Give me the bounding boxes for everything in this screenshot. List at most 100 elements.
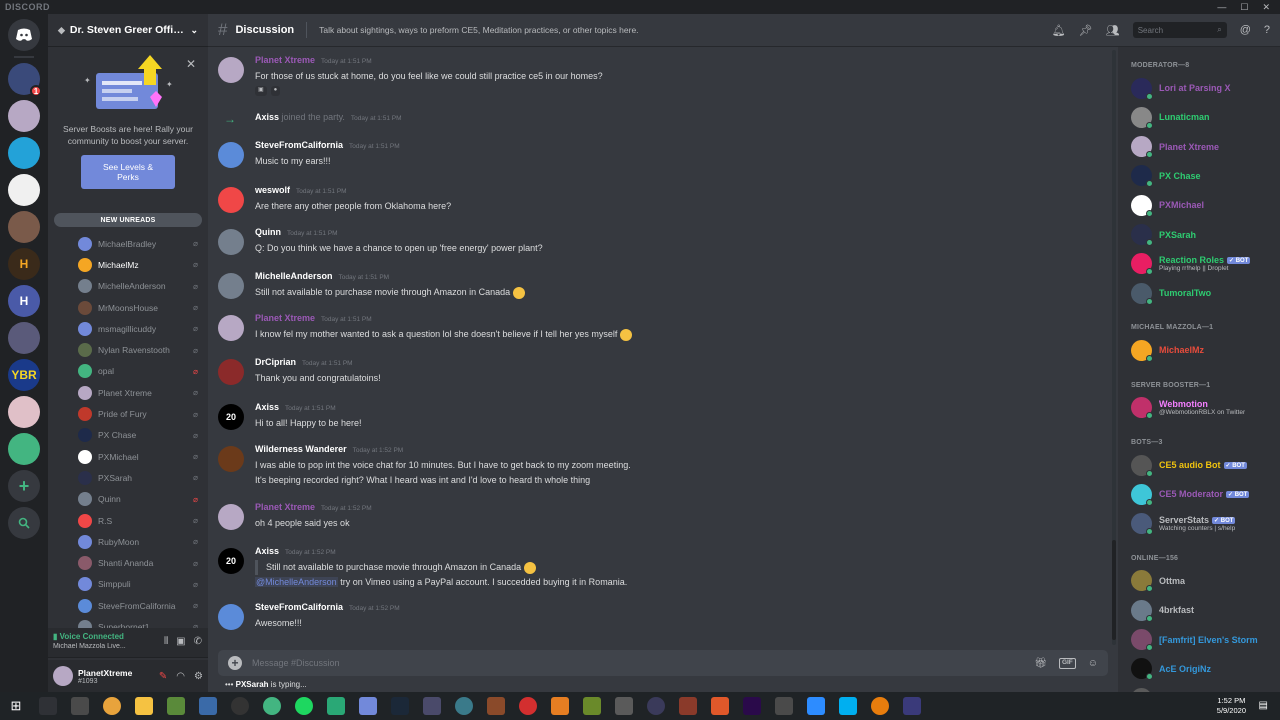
server-icon[interactable] bbox=[8, 322, 40, 354]
bell-icon[interactable]: 🔔︎ bbox=[1052, 24, 1066, 37]
app-icon[interactable] bbox=[903, 697, 921, 715]
voice-user-item[interactable]: RubyMoon ⌀ bbox=[48, 531, 208, 552]
server-icon[interactable] bbox=[8, 174, 40, 206]
member-item[interactable]: PX Chase bbox=[1131, 164, 1276, 188]
member-item[interactable]: TumoralTwo bbox=[1131, 281, 1276, 305]
member-item[interactable]: PXSarah bbox=[1131, 223, 1276, 247]
message-input[interactable]: Message #Discussion bbox=[252, 658, 1024, 668]
member-item[interactable]: Lori at Parsing X bbox=[1131, 76, 1276, 100]
steam-icon[interactable] bbox=[391, 697, 409, 715]
message-author[interactable]: SteveFromCalifornia bbox=[255, 602, 343, 612]
avatar[interactable] bbox=[218, 187, 244, 213]
gear-icon[interactable]: ⚙ bbox=[194, 671, 203, 682]
app-icon[interactable] bbox=[519, 697, 537, 715]
microphone-muted-icon[interactable]: ✎ bbox=[159, 671, 167, 682]
message-author[interactable]: weswolf bbox=[255, 185, 290, 195]
avatar[interactable] bbox=[218, 504, 244, 530]
message-author[interactable]: Planet Xtreme bbox=[255, 313, 315, 323]
avatar[interactable] bbox=[218, 273, 244, 299]
app-icon[interactable] bbox=[615, 697, 633, 715]
system-clock[interactable]: 1:52 PM 5/9/2020 bbox=[1217, 696, 1246, 716]
home-icon[interactable] bbox=[8, 19, 40, 51]
mentions-icon[interactable]: @ bbox=[1240, 24, 1251, 36]
app-icon[interactable] bbox=[583, 697, 601, 715]
pin-icon[interactable]: 📌︎ bbox=[1079, 24, 1093, 37]
windows-start-icon[interactable]: ⊞ bbox=[0, 692, 32, 720]
disconnect-icon[interactable]: ✆ bbox=[194, 636, 202, 647]
member-item[interactable]: [Famfrit] Elven's Storm bbox=[1131, 628, 1276, 652]
member-item[interactable]: Planet Xtreme bbox=[1131, 135, 1276, 159]
voice-user-item[interactable]: MrMoonsHouse ⌀ bbox=[48, 297, 208, 318]
voice-user-item[interactable]: PX Chase ⌀ bbox=[48, 425, 208, 446]
gift-icon[interactable]: 🎁︎ bbox=[1034, 658, 1047, 669]
add-server-icon[interactable]: + bbox=[8, 470, 40, 502]
member-item[interactable]: MichaelMz bbox=[1131, 338, 1276, 362]
voice-user-item[interactable]: PXMichael ⌀ bbox=[48, 446, 208, 467]
server-icon[interactable] bbox=[8, 433, 40, 465]
member-item[interactable]: ServerStats ✓ BOT Watching counters | s/he… bbox=[1131, 512, 1276, 536]
server-icon[interactable]: H bbox=[8, 248, 40, 280]
app-icon[interactable] bbox=[775, 697, 793, 715]
server-icon[interactable] bbox=[8, 211, 40, 243]
headphones-icon[interactable]: ◠ bbox=[176, 671, 185, 682]
message-author[interactable]: Axiss bbox=[255, 402, 279, 412]
obs-icon[interactable] bbox=[231, 697, 249, 715]
guild-header[interactable]: ◆ Dr. Steven Greer Offic... ⌄ bbox=[48, 14, 208, 47]
help-icon[interactable]: ? bbox=[1264, 24, 1270, 36]
app-icon[interactable] bbox=[423, 697, 441, 715]
app-icon[interactable] bbox=[455, 697, 473, 715]
premiere-icon[interactable] bbox=[743, 697, 761, 715]
explore-servers-icon[interactable] bbox=[8, 507, 40, 539]
member-item[interactable]: AcE OrigiNz bbox=[1131, 657, 1276, 681]
discord-taskbar-icon[interactable] bbox=[359, 697, 377, 715]
see-levels-button[interactable]: See Levels & Perks bbox=[81, 155, 175, 189]
voice-user-item[interactable]: Simppuli ⌀ bbox=[48, 574, 208, 595]
search-taskbar-icon[interactable] bbox=[39, 697, 57, 715]
new-unreads-bar[interactable]: NEW UNREADS bbox=[54, 213, 202, 227]
screen-share-icon[interactable]: ▣ bbox=[176, 636, 185, 647]
server-icon[interactable]: H bbox=[8, 285, 40, 317]
maximize-icon[interactable]: ☐ bbox=[1240, 2, 1248, 13]
message-author[interactable]: MichelleAnderson bbox=[255, 271, 333, 281]
user-mention[interactable]: @MichelleAnderson bbox=[255, 576, 338, 587]
app-icon[interactable] bbox=[711, 697, 729, 715]
minecraft-icon[interactable] bbox=[167, 697, 185, 715]
avatar[interactable] bbox=[218, 359, 244, 385]
channel-topic[interactable]: Talk about sightings, ways to preform CE… bbox=[319, 25, 1044, 35]
voice-channel-name[interactable]: Michael Mazzola Live... bbox=[53, 643, 133, 650]
message-composer[interactable]: + Message #Discussion 🎁︎ GIF ☺ bbox=[218, 650, 1108, 676]
voice-user-item[interactable]: Planet Xtreme ⌀ bbox=[48, 382, 208, 403]
voice-user-item[interactable]: msmagillicuddy ⌀ bbox=[48, 318, 208, 339]
avatar[interactable] bbox=[53, 666, 73, 686]
reaction-icon[interactable]: ▣ bbox=[255, 85, 267, 96]
server-icon[interactable] bbox=[8, 396, 40, 428]
app-icon[interactable] bbox=[551, 697, 569, 715]
member-item[interactable]: Ottma bbox=[1131, 569, 1276, 593]
xbox-icon[interactable] bbox=[263, 697, 281, 715]
message-author[interactable]: Axiss bbox=[255, 112, 279, 122]
gif-icon[interactable]: GIF bbox=[1058, 657, 1076, 669]
avatar[interactable]: 20 bbox=[218, 404, 244, 430]
file-explorer-icon[interactable] bbox=[135, 697, 153, 715]
close-icon[interactable]: ✕ bbox=[186, 57, 196, 71]
reaction-icon[interactable]: ● bbox=[270, 85, 281, 96]
avatar[interactable] bbox=[218, 446, 244, 472]
member-item[interactable]: CE5 Moderator ✓ BOT bbox=[1131, 482, 1276, 506]
message-author[interactable]: SteveFromCalifornia bbox=[255, 140, 343, 150]
task-view-icon[interactable] bbox=[71, 697, 89, 715]
close-window-icon[interactable]: ✕ bbox=[1262, 2, 1270, 13]
emoji-picker-icon[interactable]: ☺ bbox=[1088, 658, 1098, 669]
voice-user-item[interactable]: SteveFromCalifornia ⌀ bbox=[48, 595, 208, 616]
noise-suppression-icon[interactable]: ⫴ bbox=[164, 636, 168, 647]
member-item[interactable]: CE5 audio Bot ✓ BOT bbox=[1131, 453, 1276, 477]
vegas-icon[interactable] bbox=[199, 697, 217, 715]
message-author[interactable]: Axiss bbox=[255, 546, 279, 556]
voice-user-item[interactable]: R.S ⌀ bbox=[48, 510, 208, 531]
message-author[interactable]: Planet Xtreme bbox=[255, 55, 315, 65]
members-icon[interactable]: 👥︎ bbox=[1106, 24, 1120, 37]
voice-user-item[interactable]: MichaelBradley ⌀ bbox=[48, 233, 208, 254]
voice-user-item[interactable]: Quinn ⌀ bbox=[48, 489, 208, 510]
minimize-icon[interactable]: — bbox=[1217, 2, 1226, 13]
avatar[interactable] bbox=[218, 142, 244, 168]
member-item[interactable]: PXMichael bbox=[1131, 193, 1276, 217]
